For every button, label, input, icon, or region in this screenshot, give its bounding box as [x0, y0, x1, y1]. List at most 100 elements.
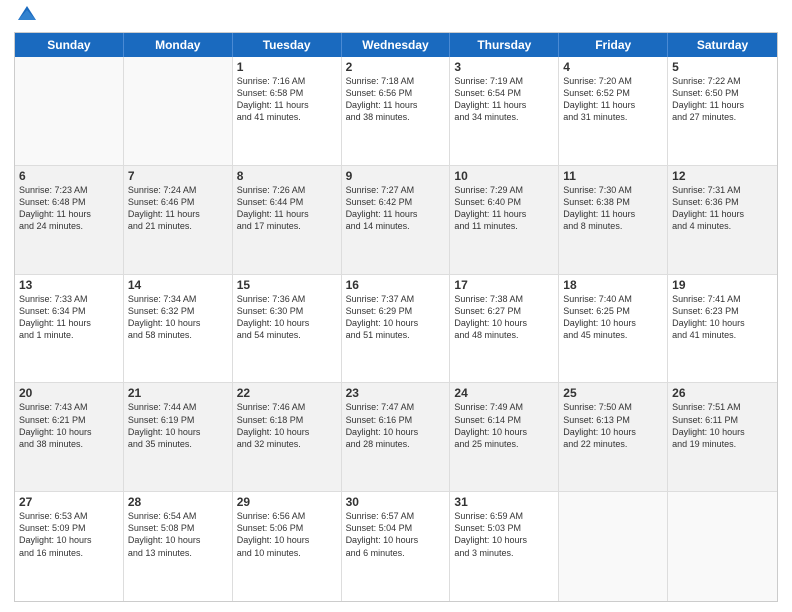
calendar-cell-3-1: 13Sunrise: 7:33 AMSunset: 6:34 PMDayligh…	[15, 275, 124, 383]
cell-info: Sunrise: 7:46 AMSunset: 6:18 PMDaylight:…	[237, 401, 337, 450]
day-number: 1	[237, 60, 337, 74]
day-number: 29	[237, 495, 337, 509]
calendar-cell-2-7: 12Sunrise: 7:31 AMSunset: 6:36 PMDayligh…	[668, 166, 777, 274]
day-number: 6	[19, 169, 119, 183]
logo-icon	[16, 2, 38, 24]
day-number: 2	[346, 60, 446, 74]
cell-info: Sunrise: 7:49 AMSunset: 6:14 PMDaylight:…	[454, 401, 554, 450]
calendar: SundayMondayTuesdayWednesdayThursdayFrid…	[14, 32, 778, 602]
calendar-cell-4-7: 26Sunrise: 7:51 AMSunset: 6:11 PMDayligh…	[668, 383, 777, 491]
calendar-cell-1-1	[15, 57, 124, 165]
cell-info: Sunrise: 7:23 AMSunset: 6:48 PMDaylight:…	[19, 184, 119, 233]
cell-info: Sunrise: 6:56 AMSunset: 5:06 PMDaylight:…	[237, 510, 337, 559]
header-day-monday: Monday	[124, 33, 233, 57]
cell-info: Sunrise: 7:22 AMSunset: 6:50 PMDaylight:…	[672, 75, 773, 124]
cell-info: Sunrise: 7:33 AMSunset: 6:34 PMDaylight:…	[19, 293, 119, 342]
calendar-cell-1-5: 3Sunrise: 7:19 AMSunset: 6:54 PMDaylight…	[450, 57, 559, 165]
calendar-cell-3-5: 17Sunrise: 7:38 AMSunset: 6:27 PMDayligh…	[450, 275, 559, 383]
header-day-friday: Friday	[559, 33, 668, 57]
day-number: 20	[19, 386, 119, 400]
calendar-cell-2-6: 11Sunrise: 7:30 AMSunset: 6:38 PMDayligh…	[559, 166, 668, 274]
cell-info: Sunrise: 7:43 AMSunset: 6:21 PMDaylight:…	[19, 401, 119, 450]
day-number: 25	[563, 386, 663, 400]
calendar-cell-2-3: 8Sunrise: 7:26 AMSunset: 6:44 PMDaylight…	[233, 166, 342, 274]
calendar-cell-3-2: 14Sunrise: 7:34 AMSunset: 6:32 PMDayligh…	[124, 275, 233, 383]
cell-info: Sunrise: 7:36 AMSunset: 6:30 PMDaylight:…	[237, 293, 337, 342]
header-day-wednesday: Wednesday	[342, 33, 451, 57]
header-day-tuesday: Tuesday	[233, 33, 342, 57]
cell-info: Sunrise: 7:20 AMSunset: 6:52 PMDaylight:…	[563, 75, 663, 124]
calendar-cell-3-6: 18Sunrise: 7:40 AMSunset: 6:25 PMDayligh…	[559, 275, 668, 383]
calendar-cell-5-5: 31Sunrise: 6:59 AMSunset: 5:03 PMDayligh…	[450, 492, 559, 601]
day-number: 26	[672, 386, 773, 400]
calendar-cell-4-3: 22Sunrise: 7:46 AMSunset: 6:18 PMDayligh…	[233, 383, 342, 491]
calendar-cell-4-2: 21Sunrise: 7:44 AMSunset: 6:19 PMDayligh…	[124, 383, 233, 491]
cell-info: Sunrise: 7:24 AMSunset: 6:46 PMDaylight:…	[128, 184, 228, 233]
day-number: 9	[346, 169, 446, 183]
header-day-sunday: Sunday	[15, 33, 124, 57]
day-number: 12	[672, 169, 773, 183]
calendar-cell-2-2: 7Sunrise: 7:24 AMSunset: 6:46 PMDaylight…	[124, 166, 233, 274]
calendar-row-3: 13Sunrise: 7:33 AMSunset: 6:34 PMDayligh…	[15, 275, 777, 384]
day-number: 10	[454, 169, 554, 183]
calendar-cell-3-4: 16Sunrise: 7:37 AMSunset: 6:29 PMDayligh…	[342, 275, 451, 383]
day-number: 5	[672, 60, 773, 74]
day-number: 16	[346, 278, 446, 292]
calendar-cell-3-3: 15Sunrise: 7:36 AMSunset: 6:30 PMDayligh…	[233, 275, 342, 383]
day-number: 7	[128, 169, 228, 183]
calendar-cell-5-2: 28Sunrise: 6:54 AMSunset: 5:08 PMDayligh…	[124, 492, 233, 601]
calendar-header: SundayMondayTuesdayWednesdayThursdayFrid…	[15, 33, 777, 57]
cell-info: Sunrise: 7:26 AMSunset: 6:44 PMDaylight:…	[237, 184, 337, 233]
cell-info: Sunrise: 6:59 AMSunset: 5:03 PMDaylight:…	[454, 510, 554, 559]
calendar-row-4: 20Sunrise: 7:43 AMSunset: 6:21 PMDayligh…	[15, 383, 777, 492]
day-number: 30	[346, 495, 446, 509]
calendar-row-5: 27Sunrise: 6:53 AMSunset: 5:09 PMDayligh…	[15, 492, 777, 601]
cell-info: Sunrise: 6:57 AMSunset: 5:04 PMDaylight:…	[346, 510, 446, 559]
cell-info: Sunrise: 7:41 AMSunset: 6:23 PMDaylight:…	[672, 293, 773, 342]
day-number: 13	[19, 278, 119, 292]
calendar-cell-5-6	[559, 492, 668, 601]
day-number: 21	[128, 386, 228, 400]
cell-info: Sunrise: 6:53 AMSunset: 5:09 PMDaylight:…	[19, 510, 119, 559]
calendar-cell-5-7	[668, 492, 777, 601]
cell-info: Sunrise: 7:38 AMSunset: 6:27 PMDaylight:…	[454, 293, 554, 342]
day-number: 11	[563, 169, 663, 183]
cell-info: Sunrise: 7:31 AMSunset: 6:36 PMDaylight:…	[672, 184, 773, 233]
calendar-body: 1Sunrise: 7:16 AMSunset: 6:58 PMDaylight…	[15, 57, 777, 601]
cell-info: Sunrise: 7:27 AMSunset: 6:42 PMDaylight:…	[346, 184, 446, 233]
day-number: 3	[454, 60, 554, 74]
day-number: 19	[672, 278, 773, 292]
calendar-cell-2-5: 10Sunrise: 7:29 AMSunset: 6:40 PMDayligh…	[450, 166, 559, 274]
day-number: 15	[237, 278, 337, 292]
calendar-cell-1-3: 1Sunrise: 7:16 AMSunset: 6:58 PMDaylight…	[233, 57, 342, 165]
cell-info: Sunrise: 7:47 AMSunset: 6:16 PMDaylight:…	[346, 401, 446, 450]
day-number: 8	[237, 169, 337, 183]
day-number: 27	[19, 495, 119, 509]
day-number: 23	[346, 386, 446, 400]
logo	[14, 10, 38, 24]
day-number: 28	[128, 495, 228, 509]
day-number: 14	[128, 278, 228, 292]
cell-info: Sunrise: 7:30 AMSunset: 6:38 PMDaylight:…	[563, 184, 663, 233]
day-number: 31	[454, 495, 554, 509]
calendar-row-1: 1Sunrise: 7:16 AMSunset: 6:58 PMDaylight…	[15, 57, 777, 166]
calendar-row-2: 6Sunrise: 7:23 AMSunset: 6:48 PMDaylight…	[15, 166, 777, 275]
calendar-cell-1-6: 4Sunrise: 7:20 AMSunset: 6:52 PMDaylight…	[559, 57, 668, 165]
cell-info: Sunrise: 7:29 AMSunset: 6:40 PMDaylight:…	[454, 184, 554, 233]
day-number: 24	[454, 386, 554, 400]
day-number: 17	[454, 278, 554, 292]
header-day-thursday: Thursday	[450, 33, 559, 57]
day-number: 18	[563, 278, 663, 292]
calendar-cell-4-1: 20Sunrise: 7:43 AMSunset: 6:21 PMDayligh…	[15, 383, 124, 491]
cell-info: Sunrise: 7:37 AMSunset: 6:29 PMDaylight:…	[346, 293, 446, 342]
cell-info: Sunrise: 6:54 AMSunset: 5:08 PMDaylight:…	[128, 510, 228, 559]
calendar-cell-2-1: 6Sunrise: 7:23 AMSunset: 6:48 PMDaylight…	[15, 166, 124, 274]
calendar-cell-5-1: 27Sunrise: 6:53 AMSunset: 5:09 PMDayligh…	[15, 492, 124, 601]
calendar-cell-1-4: 2Sunrise: 7:18 AMSunset: 6:56 PMDaylight…	[342, 57, 451, 165]
calendar-cell-5-4: 30Sunrise: 6:57 AMSunset: 5:04 PMDayligh…	[342, 492, 451, 601]
calendar-cell-4-4: 23Sunrise: 7:47 AMSunset: 6:16 PMDayligh…	[342, 383, 451, 491]
calendar-cell-1-7: 5Sunrise: 7:22 AMSunset: 6:50 PMDaylight…	[668, 57, 777, 165]
cell-info: Sunrise: 7:18 AMSunset: 6:56 PMDaylight:…	[346, 75, 446, 124]
cell-info: Sunrise: 7:40 AMSunset: 6:25 PMDaylight:…	[563, 293, 663, 342]
calendar-cell-1-2	[124, 57, 233, 165]
